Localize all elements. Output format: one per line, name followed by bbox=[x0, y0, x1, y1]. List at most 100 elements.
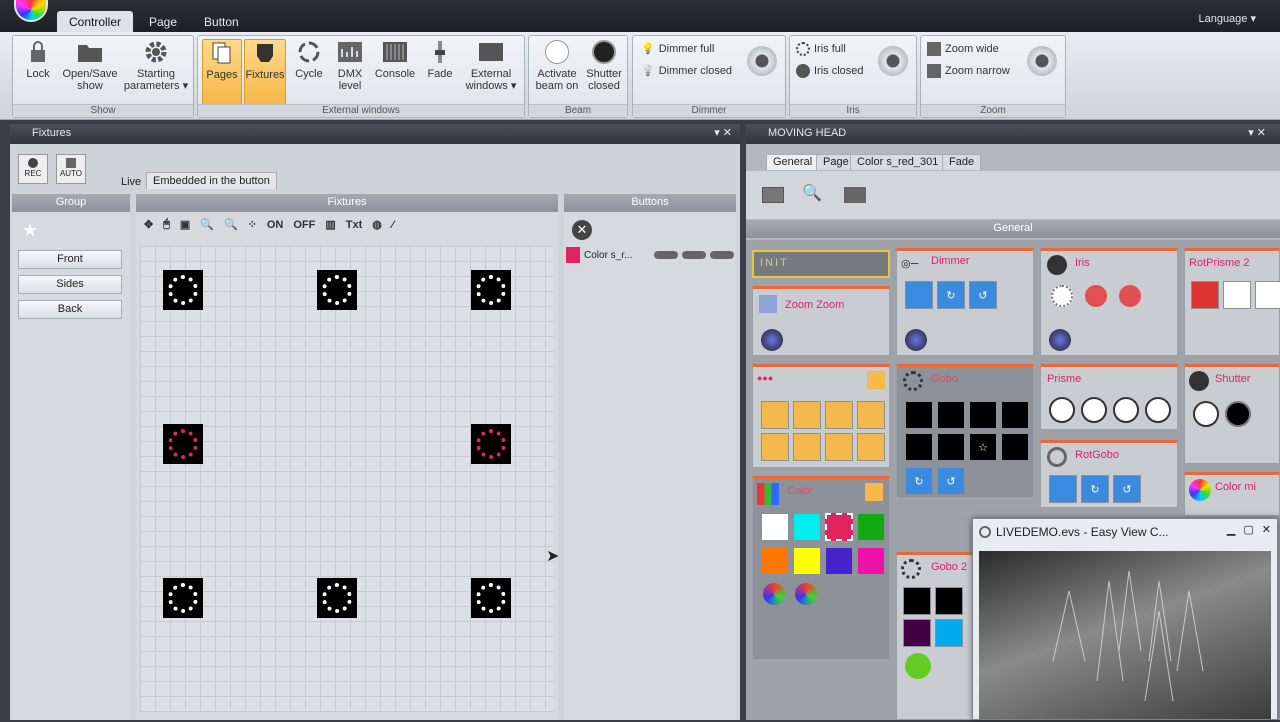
color-effect[interactable] bbox=[795, 583, 817, 605]
delete-icon[interactable]: ✕ bbox=[572, 220, 592, 240]
lock-button[interactable]: Lock bbox=[21, 39, 55, 80]
zoom-knob[interactable] bbox=[1027, 46, 1057, 76]
wand-icon[interactable]: ⁄ bbox=[392, 219, 394, 231]
tab-live[interactable]: Live bbox=[118, 174, 144, 190]
auto-button[interactable]: AUTO bbox=[56, 154, 86, 184]
star-icon[interactable]: ★ bbox=[22, 220, 38, 241]
prisme-preset[interactable] bbox=[1145, 397, 1171, 423]
fixture[interactable] bbox=[163, 270, 203, 310]
gobo-effect[interactable] bbox=[825, 401, 853, 429]
dimmer-knob[interactable] bbox=[747, 46, 777, 76]
rotprisme-preset[interactable] bbox=[1255, 281, 1280, 309]
dimmer-full-button[interactable]: 💡 Dimmer full bbox=[641, 42, 714, 56]
palette-icon[interactable]: ◍ bbox=[372, 218, 382, 231]
txt-button[interactable]: Txt bbox=[346, 219, 363, 231]
move-icon[interactable]: ✥ bbox=[144, 218, 153, 231]
dimmer-rotate-icon[interactable]: ↻ bbox=[937, 281, 965, 309]
gobo-rotate-icon[interactable]: ↻ bbox=[905, 467, 933, 495]
gobo2-preset[interactable] bbox=[903, 587, 931, 615]
shutter-open[interactable] bbox=[1193, 401, 1219, 427]
gobo-effect[interactable] bbox=[857, 401, 885, 429]
dimmer-rotate-icon[interactable]: ↺ bbox=[969, 281, 997, 309]
fixtures-grid[interactable]: ➤ bbox=[140, 246, 559, 712]
gobo-preset[interactable] bbox=[937, 401, 965, 429]
fixture[interactable] bbox=[163, 424, 203, 464]
minimize-icon[interactable]: ▁ bbox=[1227, 523, 1235, 536]
gobo-effect[interactable] bbox=[761, 433, 789, 461]
layout-icon[interactable] bbox=[844, 187, 866, 203]
tab-page[interactable]: Page bbox=[137, 11, 189, 32]
fixture[interactable] bbox=[317, 270, 357, 310]
group-front-button[interactable]: Front bbox=[18, 250, 122, 269]
button-actions[interactable] bbox=[654, 251, 734, 259]
fixture[interactable] bbox=[317, 578, 357, 618]
dmx-level-button[interactable]: DMX level bbox=[332, 39, 368, 92]
star-gobo-icon[interactable]: ☆ bbox=[969, 433, 997, 461]
color-swatch-orange[interactable] bbox=[761, 547, 789, 575]
fixture[interactable] bbox=[471, 270, 511, 310]
gobo2-preset[interactable] bbox=[935, 619, 963, 647]
dimmer-wheel[interactable] bbox=[905, 329, 927, 351]
select-icon[interactable]: ▣ bbox=[180, 218, 190, 231]
screen-icon[interactable] bbox=[762, 187, 784, 203]
color-swatch-yellow[interactable] bbox=[793, 547, 821, 575]
rec-button[interactable]: REC bbox=[18, 154, 48, 184]
prisme-preset[interactable] bbox=[1081, 397, 1107, 423]
gobo2-preset[interactable] bbox=[905, 653, 931, 679]
zoom-wheel[interactable] bbox=[761, 329, 783, 351]
cycle-button[interactable]: Cycle bbox=[292, 39, 326, 80]
zoom-out-icon[interactable]: 🔍 bbox=[224, 218, 238, 231]
gobo-effect[interactable] bbox=[793, 401, 821, 429]
open-save-show-button[interactable]: Open/Save show bbox=[59, 39, 121, 92]
gobo-effect[interactable] bbox=[761, 401, 789, 429]
activate-beam-button[interactable]: Activate beam on bbox=[533, 39, 581, 92]
iris-closed-button[interactable]: Iris closed bbox=[796, 64, 864, 78]
tab-embedded[interactable]: Embedded in the button bbox=[146, 172, 277, 189]
rotgobo-rotate-icon[interactable]: ↻ bbox=[1081, 475, 1109, 503]
gobo-preset[interactable] bbox=[1001, 433, 1029, 461]
iris-preset[interactable] bbox=[1085, 285, 1107, 307]
maximize-icon[interactable]: ▢ bbox=[1243, 523, 1253, 536]
zoom-wide-button[interactable]: Zoom wide bbox=[927, 42, 999, 56]
flash-icon[interactable] bbox=[867, 371, 885, 389]
color-swatch-white[interactable] bbox=[761, 513, 789, 541]
close-icon[interactable]: ✕ bbox=[1262, 523, 1271, 536]
color-swatch-cyan[interactable] bbox=[793, 513, 821, 541]
livedemo-titlebar[interactable]: LIVEDEMO.evs - Easy View C... ▁ ▢ ✕ bbox=[973, 519, 1277, 545]
init-button[interactable]: INIT bbox=[752, 250, 890, 278]
gobo-rotate-icon[interactable]: ↺ bbox=[937, 467, 965, 495]
fade-button[interactable]: Fade bbox=[422, 39, 458, 80]
color-swatch-magenta[interactable] bbox=[857, 547, 885, 575]
3d-preview[interactable] bbox=[979, 551, 1271, 719]
prisme-preset[interactable] bbox=[1049, 397, 1075, 423]
gobo-preset[interactable] bbox=[905, 401, 933, 429]
external-windows-button[interactable]: External windows ▾ bbox=[460, 39, 522, 92]
tab-general[interactable]: General bbox=[766, 154, 820, 170]
fixture[interactable] bbox=[471, 578, 511, 618]
pages-button[interactable]: Pages bbox=[202, 39, 242, 105]
tab-button[interactable]: Button bbox=[192, 11, 251, 32]
color-swatch-red[interactable] bbox=[825, 513, 853, 541]
gobo-preset[interactable] bbox=[969, 401, 997, 429]
zoom-narrow-button[interactable]: Zoom narrow bbox=[927, 64, 1010, 78]
fixtures-button[interactable]: Fixtures bbox=[244, 39, 286, 105]
rotgobo-preset[interactable] bbox=[1049, 475, 1077, 503]
tab-color[interactable]: Color s_red_301 bbox=[850, 154, 946, 170]
group-sides-button[interactable]: Sides bbox=[18, 275, 122, 294]
gobo-effect[interactable] bbox=[793, 433, 821, 461]
rotprisme-preset[interactable] bbox=[1223, 281, 1251, 309]
on-button[interactable]: ON bbox=[267, 219, 284, 231]
levels-icon[interactable]: ▥ bbox=[325, 218, 335, 231]
dimmer-preset[interactable] bbox=[905, 281, 933, 309]
tab-fade[interactable]: Fade bbox=[942, 154, 982, 170]
gobo2-preset[interactable] bbox=[903, 619, 931, 647]
color-effect[interactable] bbox=[763, 583, 785, 605]
close-icon[interactable]: ▾ ✕ bbox=[714, 126, 732, 139]
off-button[interactable]: OFF bbox=[293, 219, 315, 231]
fixture[interactable] bbox=[163, 578, 203, 618]
shutter-closed[interactable] bbox=[1225, 401, 1251, 427]
zoom-in-icon[interactable]: 🔍 bbox=[200, 218, 214, 231]
close-icon[interactable]: ▾ ✕ bbox=[1248, 126, 1266, 139]
gobo-effect[interactable] bbox=[857, 433, 885, 461]
shutter-closed-button[interactable]: Shutter closed bbox=[581, 39, 627, 92]
